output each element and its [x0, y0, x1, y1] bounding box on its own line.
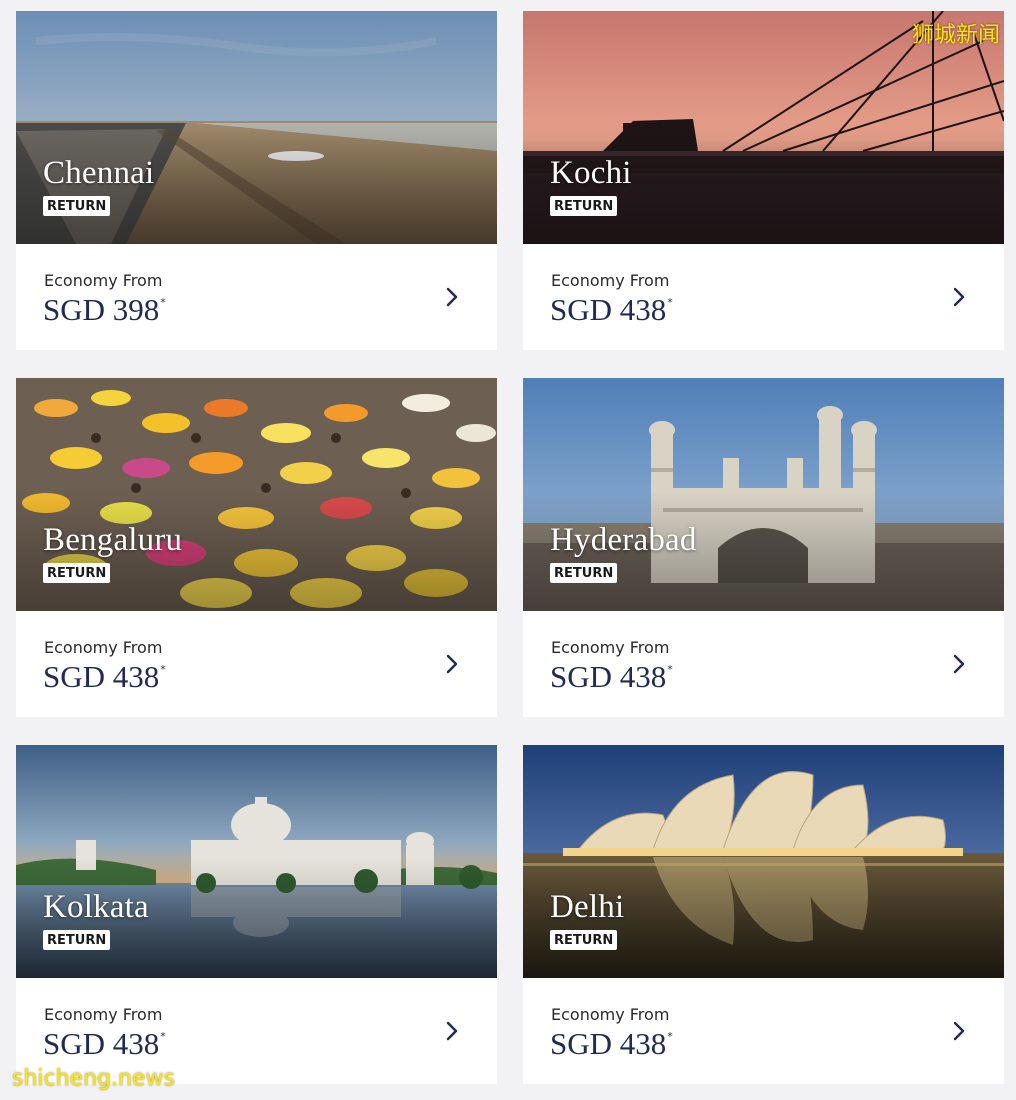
chevron-right-icon[interactable] [445, 1020, 459, 1042]
watermark-bottom: shicheng.news [12, 1066, 175, 1091]
destination-photo-hyderabad: Hyderabad RETURN [523, 378, 1004, 611]
price-value: SGD 438 [43, 659, 160, 694]
chevron-right-icon[interactable] [952, 1020, 966, 1042]
return-tag: RETURN [43, 563, 111, 583]
cabin-label: Economy From [44, 638, 163, 657]
city-name: Delhi [550, 889, 625, 925]
city-name: Hyderabad [550, 522, 697, 558]
destination-card-delhi[interactable]: Delhi RETURN Economy From SGD 438* [523, 745, 1004, 1084]
return-tag: RETURN [550, 930, 618, 950]
fare-price: SGD 438* [550, 292, 673, 328]
price-footnote-mark: * [160, 296, 166, 309]
price-value: SGD 438 [550, 659, 667, 694]
destination-photo-delhi: Delhi RETURN [523, 745, 1004, 978]
price-value: SGD 438 [550, 292, 667, 327]
cabin-label: Economy From [44, 271, 163, 290]
return-tag: RETURN [550, 196, 618, 216]
fare-panel: Economy From SGD 438* [523, 244, 1004, 350]
cabin-label: Economy From [551, 1005, 670, 1024]
cabin-label: Economy From [551, 638, 670, 657]
destination-card-kochi[interactable]: Kochi RETURN Economy From SGD 438* [523, 11, 1004, 350]
price-value: SGD 438 [43, 1026, 160, 1061]
chevron-right-icon[interactable] [445, 286, 459, 308]
chevron-right-icon[interactable] [445, 653, 459, 675]
destination-photo-chennai: Chennai RETURN [16, 11, 497, 244]
price-footnote-mark: * [160, 1030, 166, 1043]
return-tag: RETURN [43, 196, 111, 216]
chevron-right-icon[interactable] [952, 286, 966, 308]
watermark-top: 狮城新闻 [911, 23, 1000, 48]
price-footnote-mark: * [667, 663, 673, 676]
price-value: SGD 438 [550, 1026, 667, 1061]
city-name: Bengaluru [43, 522, 183, 558]
return-tag: RETURN [550, 563, 618, 583]
city-name: Kochi [550, 155, 632, 191]
fare-price: SGD 438* [550, 659, 673, 695]
fare-panel: Economy From SGD 438* [523, 611, 1004, 717]
destination-photo-bengaluru: Bengaluru RETURN [16, 378, 497, 611]
fare-price: SGD 398* [43, 292, 166, 328]
fare-panel: Economy From SGD 438* [16, 611, 497, 717]
fare-price: SGD 438* [43, 1026, 166, 1062]
price-value: SGD 398 [43, 292, 160, 327]
destination-card-kolkata[interactable]: Kolkata RETURN Economy From SGD 438* [16, 745, 497, 1084]
destination-card-bengaluru[interactable]: Bengaluru RETURN Economy From SGD 438* [16, 378, 497, 717]
fare-price: SGD 438* [550, 1026, 673, 1062]
fare-panel: Economy From SGD 438* [523, 978, 1004, 1084]
fare-panel: Economy From SGD 398* [16, 244, 497, 350]
cabin-label: Economy From [551, 271, 670, 290]
destination-card-chennai[interactable]: Chennai RETURN Economy From SGD 398* [16, 11, 497, 350]
city-name: Chennai [43, 155, 155, 191]
destination-photo-kolkata: Kolkata RETURN [16, 745, 497, 978]
fare-price: SGD 438* [43, 659, 166, 695]
cabin-label: Economy From [44, 1005, 163, 1024]
chevron-right-icon[interactable] [952, 653, 966, 675]
price-footnote-mark: * [667, 296, 673, 309]
return-tag: RETURN [43, 930, 111, 950]
price-footnote-mark: * [160, 663, 166, 676]
price-footnote-mark: * [667, 1030, 673, 1043]
destination-card-hyderabad[interactable]: Hyderabad RETURN Economy From SGD 438* [523, 378, 1004, 717]
city-name: Kolkata [43, 889, 149, 925]
